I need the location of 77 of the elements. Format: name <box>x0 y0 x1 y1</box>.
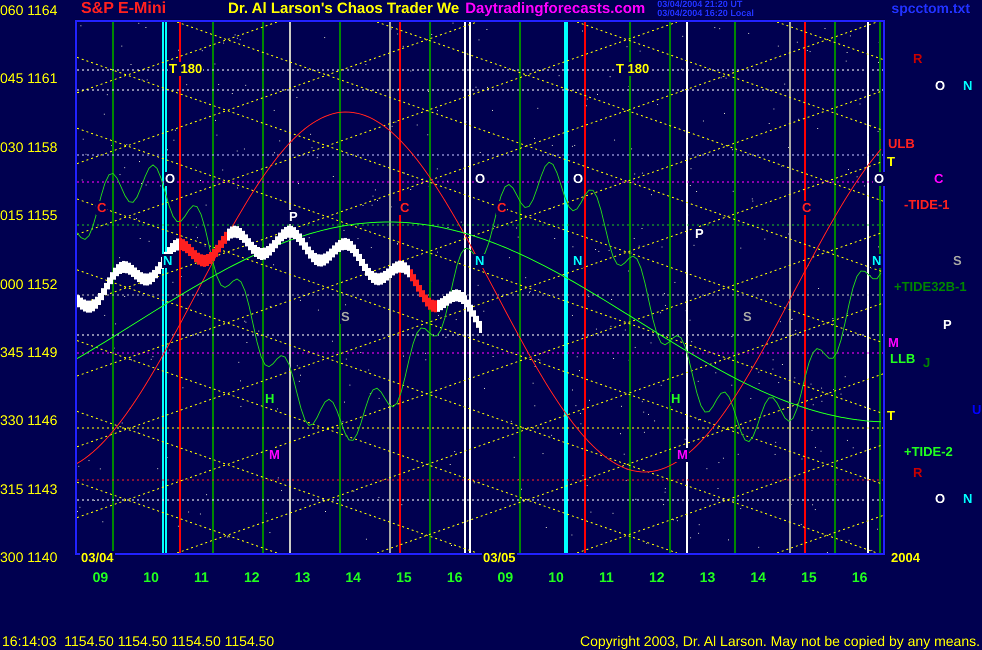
file-name: spcctom.txt <box>891 0 970 16</box>
chart-title: Dr. Al Larson's Chaos Trader We <box>228 0 460 17</box>
axis-label: 10 <box>143 569 159 585</box>
axis-label: 015 1155 <box>0 207 58 224</box>
chart-label: N <box>962 79 974 93</box>
axis-label: 345 1149 <box>0 344 58 360</box>
chart-label: P <box>942 318 953 332</box>
chart-label: C <box>399 201 410 215</box>
chart-label: +TIDE-2 <box>903 445 954 459</box>
axis-label: 045 1161 <box>0 70 58 86</box>
axis-label: 11 <box>598 569 614 585</box>
axis-label: 12 <box>648 569 665 585</box>
chart-label: J <box>922 356 932 370</box>
chart-label: LLB <box>889 352 916 366</box>
chart-label: -TIDE-1 <box>903 198 950 212</box>
chart-label: 03/05 <box>482 551 517 565</box>
chart-label: C <box>96 201 108 215</box>
axis-label: 10 <box>548 569 564 585</box>
axis-label: 16 <box>852 569 868 585</box>
axis-label: 15 <box>396 569 412 585</box>
axis-label: 300 1140 <box>0 549 58 565</box>
chart-label: O <box>934 492 946 506</box>
axis-label: 330 1146 <box>0 412 58 428</box>
chart-label: N <box>572 254 584 268</box>
copyright-text: Copyright 2003, Dr. Al Larson. May not be copied by any means. <box>580 633 980 649</box>
axis-label: 030 1158 <box>0 138 58 155</box>
chart-label: M <box>676 448 689 462</box>
chart-label: H <box>264 392 276 406</box>
chart-label: P <box>694 227 705 241</box>
chart-label: O <box>572 172 584 186</box>
chart-label: H <box>670 392 682 406</box>
axis-label: 09 <box>498 569 514 585</box>
chart-label: P <box>288 210 299 224</box>
chart-label: ULB <box>887 137 916 151</box>
chart-label: O <box>934 79 946 93</box>
axis-label: 060 1164 <box>0 2 58 18</box>
price-quote: 16:14:03 1154.50 1154.50 1154.50 1154.50 <box>2 633 274 649</box>
chart-label: R <box>912 52 924 66</box>
chart-label: M <box>268 448 281 462</box>
axis-label: 16 <box>446 569 462 585</box>
chart-label: N <box>474 254 486 268</box>
axis-label: 14 <box>345 569 361 585</box>
chart-label: O <box>873 172 886 186</box>
chart-label: M <box>887 336 900 350</box>
axis-label: 12 <box>244 569 260 585</box>
chart-label: N <box>871 254 882 268</box>
chart-label: +TIDE32B-1 <box>893 280 968 294</box>
timestamp: 03/04/2004 16:20 Local <box>657 9 754 18</box>
chart-label: O <box>474 172 486 186</box>
site-name: Daytradingforecasts.com <box>465 0 646 17</box>
axis-label: 11 <box>194 569 209 585</box>
chart-label: U <box>971 403 982 417</box>
axis-label: 13 <box>294 569 310 585</box>
chart-symbol: S&P E-Mini <box>81 0 166 18</box>
chart-label: 03/04 <box>80 551 115 565</box>
chart-label: O <box>164 172 176 186</box>
chart-label: C <box>801 201 812 215</box>
chart-label: T <box>886 155 896 169</box>
chart-label: C <box>496 201 508 215</box>
axis-label: 000 1152 <box>0 276 58 292</box>
timestamp: 03/04/2004 21:20 UT <box>657 0 744 9</box>
chart-label: C <box>933 172 944 186</box>
axis-label: 315 1143 <box>0 480 58 497</box>
chart-label: T 180 <box>615 62 650 76</box>
chart-label: T <box>886 409 896 423</box>
axis-label: 13 <box>700 569 716 585</box>
chart-label: S <box>742 310 753 324</box>
axis-label: 14 <box>750 569 766 585</box>
axis-label: 15 <box>801 569 817 585</box>
chart-label: N <box>962 492 974 506</box>
chart-label: S <box>340 310 351 324</box>
axis-label: 09 <box>92 569 108 585</box>
chart-label: T 180 <box>168 62 204 76</box>
chart-label: N <box>162 254 174 268</box>
chart-label: 2004 <box>890 551 921 565</box>
chart-label: R <box>912 466 924 480</box>
chart-label: S <box>952 254 963 268</box>
